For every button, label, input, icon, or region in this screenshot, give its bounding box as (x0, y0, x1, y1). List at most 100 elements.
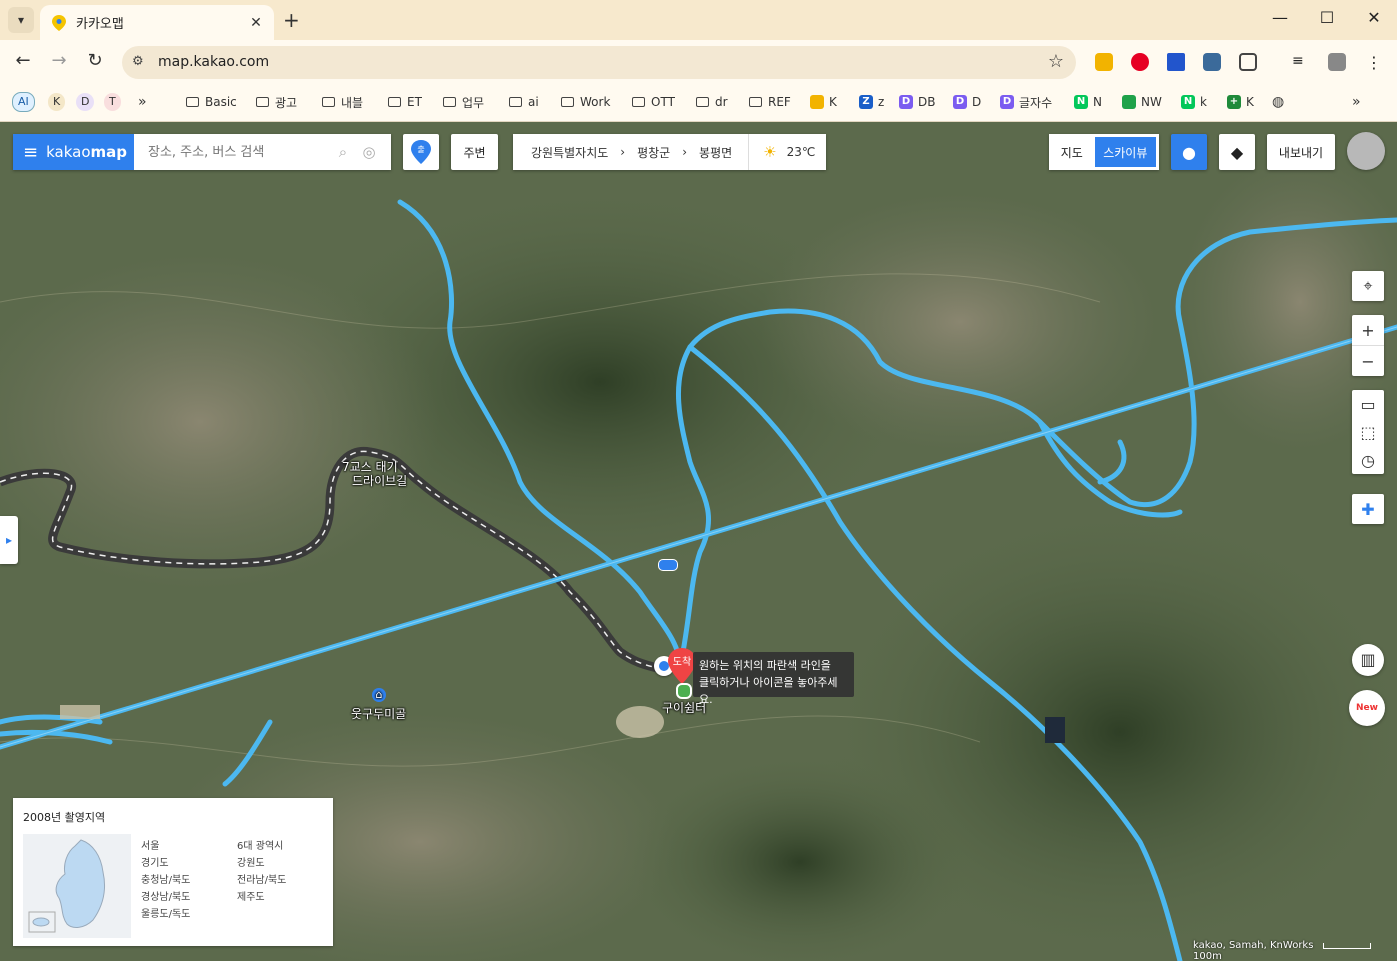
folder-icon (696, 97, 709, 107)
bookmark-folder[interactable]: OTT (632, 93, 675, 111)
bookmark-link[interactable]: D DB (899, 93, 935, 111)
legend-region: 6대 광역시 (237, 841, 284, 852)
bookmark-pill[interactable]: AI (12, 92, 35, 112)
avatar[interactable] (1328, 53, 1346, 71)
bookmark-folder[interactable]: 업무 (443, 93, 484, 111)
url-text[interactable]: map.kakao.com (158, 54, 269, 70)
crosshair-icon: ⌖ (1363, 276, 1373, 295)
bookmark-link[interactable]: DD (953, 93, 981, 111)
bookmark-folder[interactable]: Basic (186, 93, 237, 111)
breadcrumb-item[interactable]: 강원특별자치도 (531, 144, 608, 161)
folder-icon (509, 97, 522, 107)
bookmark-folder[interactable]: Work (561, 93, 610, 111)
marker-icon: ● (1182, 142, 1196, 162)
search-icon[interactable]: ⌕ (330, 134, 356, 170)
bookmark-link[interactable]: Nk (1181, 93, 1207, 111)
sheet-icon: + (1227, 95, 1241, 109)
hamburger-menu-icon[interactable]: ≡ (23, 142, 38, 163)
maximize-icon[interactable]: ☐ (1312, 8, 1342, 27)
bookmark-link[interactable]: K (810, 93, 837, 111)
export-button[interactable]: 내보내기 (1267, 134, 1335, 170)
new-feature-button[interactable]: New (1349, 690, 1385, 726)
bookmark-folder[interactable]: ai (509, 93, 539, 111)
area-icon[interactable]: ⬚ (1352, 418, 1384, 446)
bookmark-folder[interactable]: dr (696, 93, 728, 111)
nearby-button[interactable]: 주변 (451, 134, 498, 170)
check-circle-icon[interactable]: ◎ (356, 134, 382, 170)
folder-icon (749, 97, 762, 107)
extension-icon[interactable] (1095, 53, 1113, 71)
kakaomap-logo[interactable]: ≡ kakaomap (13, 134, 134, 170)
menu-kebab-icon[interactable]: ⋮ (1366, 53, 1384, 72)
book-button[interactable]: ▥ (1352, 644, 1384, 676)
bookmark-link[interactable]: NN (1074, 93, 1102, 111)
tooltip-line: 원하는 위치의 파란색 라인을 (699, 659, 831, 672)
route-start-button[interactable]: 출 (403, 134, 439, 170)
bookmark-folder[interactable]: REF (749, 93, 791, 111)
brand-suffix: map (90, 143, 128, 161)
bookmarks-overflow-button[interactable]: » (1352, 93, 1361, 111)
tab-search-button[interactable]: ▾ (8, 7, 34, 33)
zoom-out-button[interactable]: − (1352, 345, 1384, 376)
chevron-down-icon: ▾ (17, 13, 25, 27)
my-location-marker-button[interactable]: ● (1171, 134, 1207, 170)
bookmark-folder[interactable]: 광고 (256, 93, 297, 111)
download-extension-icon[interactable] (1167, 53, 1185, 71)
destination-marker-icon[interactable]: 도착 (668, 648, 696, 684)
pinterest-icon[interactable] (1131, 53, 1149, 71)
breadcrumb-item[interactable]: 평창군 (637, 144, 670, 161)
bookmark-folder[interactable]: ET (388, 93, 422, 111)
extensions-puzzle-icon[interactable] (1239, 53, 1257, 71)
bookmark-more-button[interactable]: » (138, 93, 147, 111)
zoom-controls: + − (1352, 315, 1384, 376)
minimize-icon[interactable]: — (1265, 8, 1295, 27)
legend-title: 2008년 촬영지역 (23, 811, 106, 824)
current-location-button[interactable]: ⌖ (1352, 271, 1384, 301)
close-tab-icon[interactable]: ✕ (246, 15, 266, 31)
address-bar[interactable]: ⚙ map.kakao.com ☆ (122, 46, 1076, 79)
layers-button[interactable]: ◆ (1219, 134, 1255, 170)
skyview-tab[interactable]: 스카이뷰 (1094, 137, 1156, 167)
close-window-icon[interactable]: ✕ (1359, 8, 1389, 27)
route-midpoint-handle[interactable] (658, 559, 678, 571)
bookmark-pill[interactable]: K (48, 93, 66, 111)
extension-icon[interactable] (1203, 53, 1221, 71)
map-canvas[interactable]: ≡ kakaomap ⌕ ◎ 출 주변 강원특별자치도 › 평창군 › 봉평면 … (0, 122, 1397, 961)
layers-icon: ◆ (1230, 142, 1244, 162)
breadcrumb-item[interactable]: 봉평면 (699, 144, 732, 161)
site-settings-icon[interactable]: ⚙ (132, 54, 144, 69)
forward-icon[interactable]: → (46, 50, 72, 71)
media-control-icon[interactable]: ≡ (1292, 53, 1310, 71)
add-marker-button[interactable]: ✚ (1352, 494, 1384, 524)
bookmark-link[interactable]: D 글자수 (1000, 93, 1052, 111)
home-icon[interactable]: ⌂ (372, 688, 386, 702)
bookmark-pill[interactable]: D (76, 93, 95, 111)
search-input[interactable] (146, 134, 330, 170)
bookmark-link[interactable]: NW (1122, 93, 1162, 111)
zoom-in-button[interactable]: + (1352, 315, 1384, 345)
legend-region: 울릉도/독도 (141, 909, 191, 920)
new-tab-button[interactable]: + (283, 8, 300, 32)
place-label[interactable]: 드라이브길 (352, 472, 407, 489)
bookmark-folder[interactable]: 내블 (322, 93, 363, 111)
partly-cloudy-icon: ☀ (763, 143, 777, 161)
d-icon: D (1000, 95, 1014, 109)
side-panel-toggle[interactable]: ▸ (0, 516, 18, 564)
browser-tab[interactable]: 카카오맵 ✕ (40, 5, 274, 40)
back-icon[interactable]: ← (10, 50, 36, 71)
bookmark-star-icon[interactable]: ☆ (1048, 51, 1064, 72)
place-label[interactable]: 웃구두미골 (351, 705, 406, 722)
bookmark-pill[interactable]: T (104, 93, 121, 111)
user-avatar[interactable] (1347, 132, 1385, 170)
map-view-tab[interactable]: 지도 (1049, 134, 1095, 170)
shelter-marker[interactable] (676, 683, 692, 699)
reload-icon[interactable]: ↻ (82, 50, 108, 71)
ruler-icon[interactable]: ▭ (1352, 390, 1384, 418)
radius-icon[interactable]: ◷ (1352, 446, 1384, 474)
chevron-right-icon: › (682, 145, 688, 159)
bookmark-link[interactable]: + K (1227, 93, 1254, 111)
legend-region: 전라남/북도 (237, 875, 287, 886)
new-badge: New (1356, 703, 1378, 713)
bookmark-link[interactable]: Zz (859, 93, 884, 111)
globe-icon[interactable]: ◍ (1272, 93, 1284, 111)
